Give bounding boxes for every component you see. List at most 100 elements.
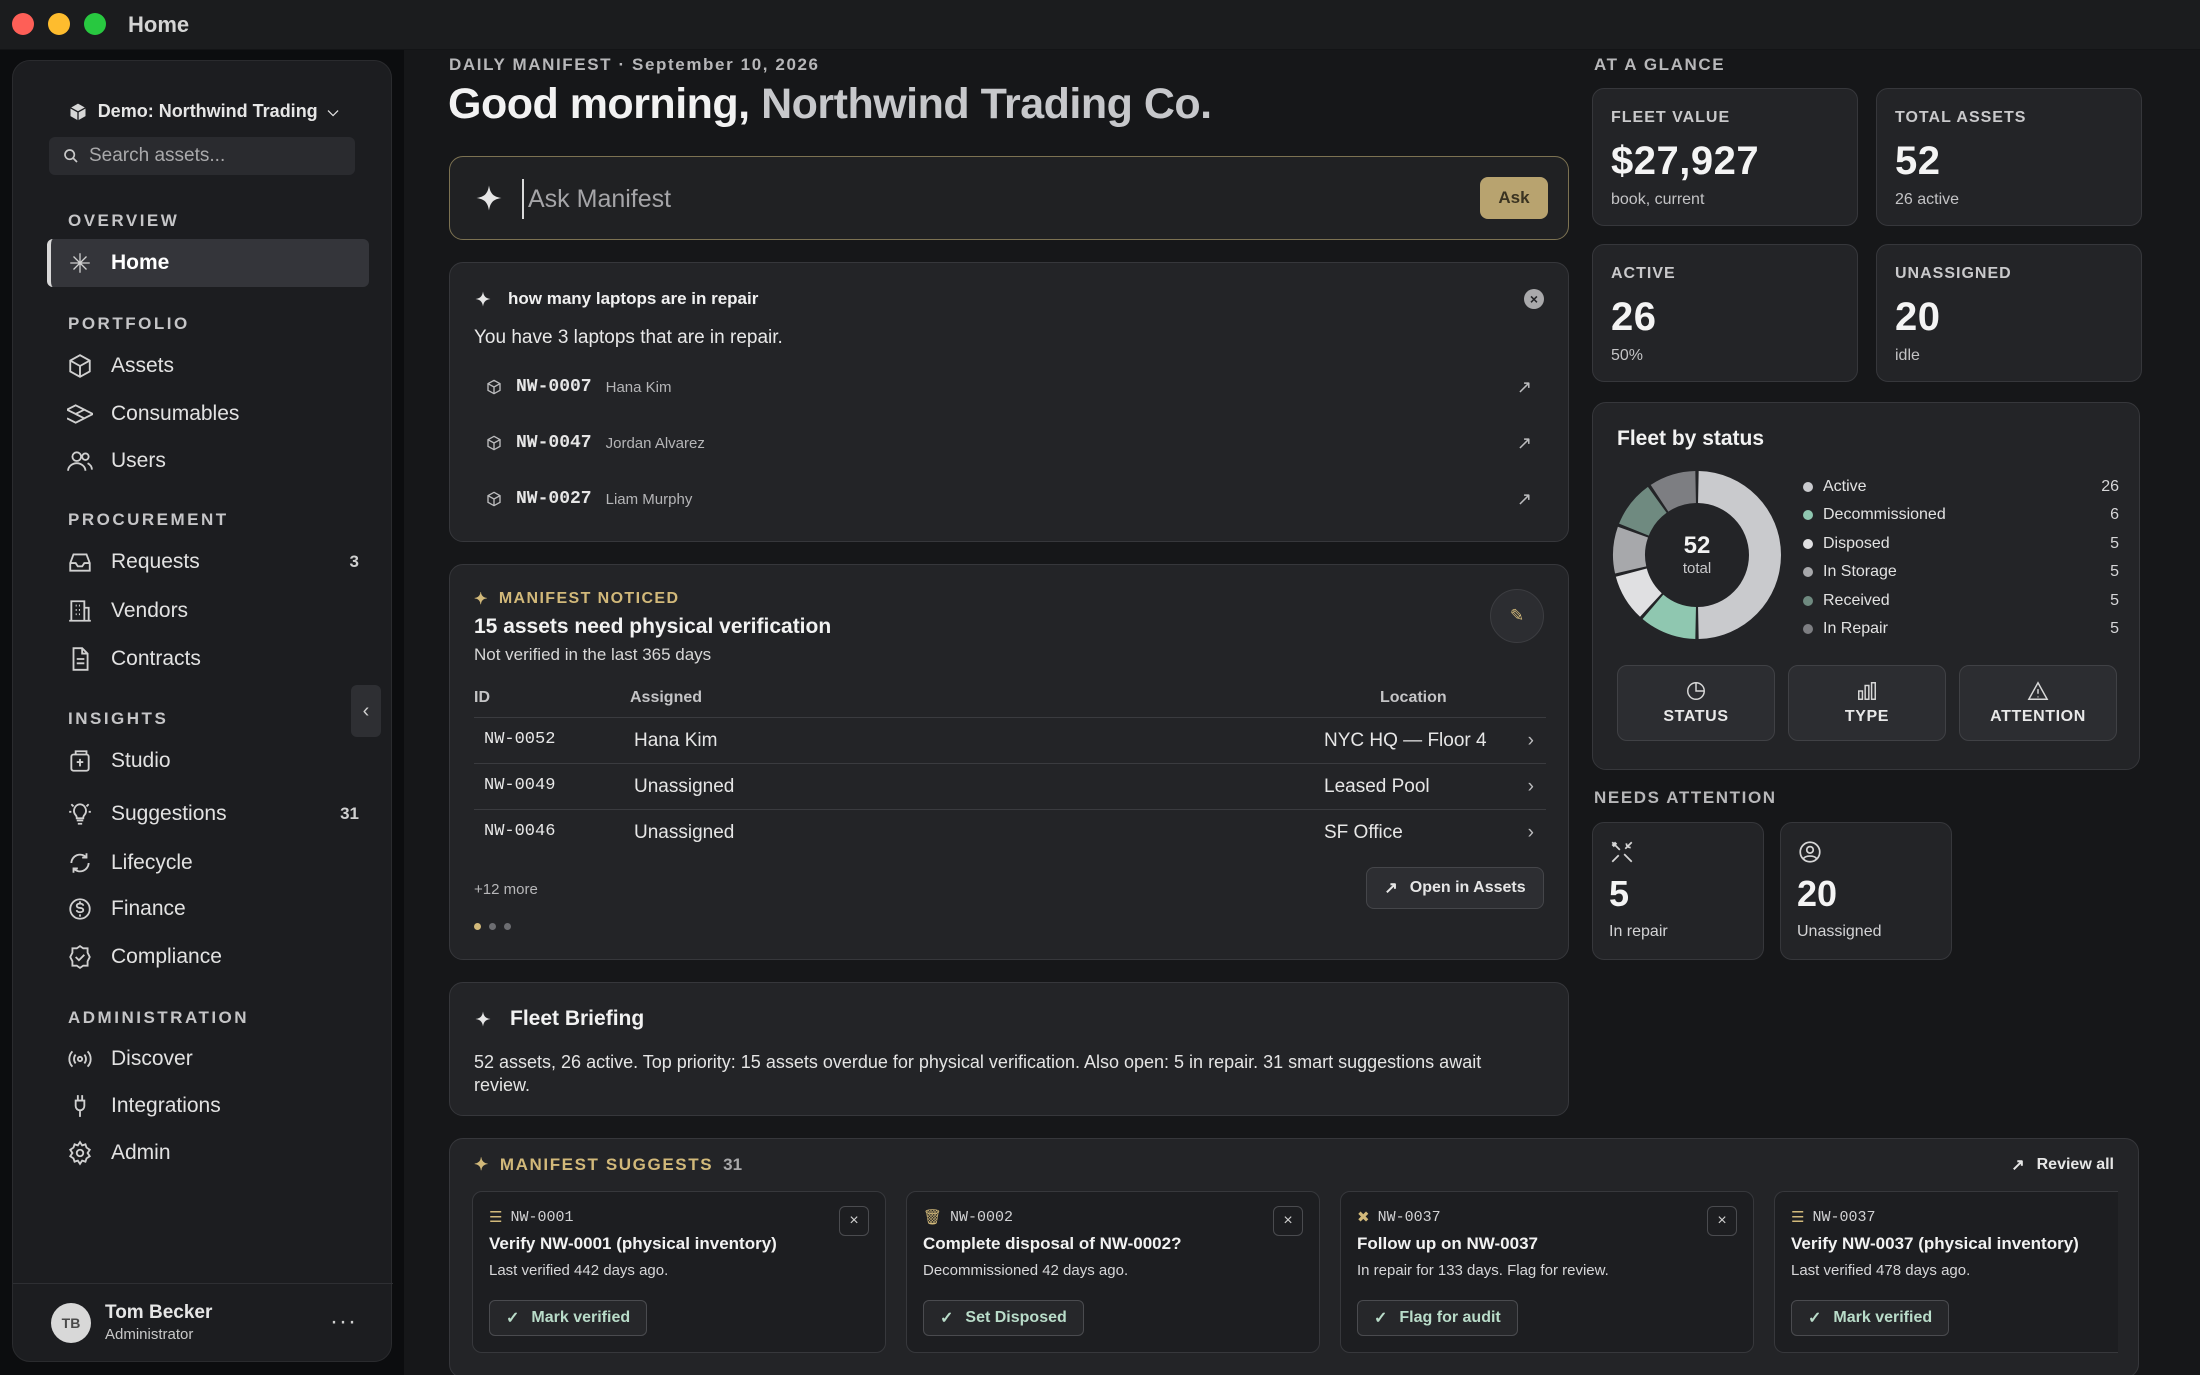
user-profile[interactable]: TB Tom Becker Administrator ···: [13, 1283, 393, 1361]
result-row[interactable]: NW-0047 Jordan Alvarez ↗: [474, 415, 1546, 471]
suggestion-action-button[interactable]: ✓ Mark verified: [489, 1300, 648, 1336]
noticed-tag-label: MANIFEST NOTICED: [498, 590, 680, 607]
sidebar-item-finance[interactable]: Finance: [47, 885, 369, 933]
minimize-window-button[interactable]: [48, 13, 70, 35]
dismiss-close-icon[interactable]: ×: [839, 1206, 869, 1236]
suggestion-card: ☰ NW-0037 Verify NW-0037 (physical invent…: [1774, 1191, 2118, 1353]
legend-item[interactable]: Disposed 5: [1803, 532, 2119, 556]
donut-slice-active[interactable]: [1698, 471, 1782, 639]
legend-value: 26: [2101, 478, 2119, 495]
result-row[interactable]: NW-0007 Hana Kim ↗: [474, 359, 1546, 415]
sidebar-item-admin[interactable]: Admin: [47, 1129, 369, 1177]
attention-in-repair[interactable]: 5 In repair: [1592, 822, 1764, 960]
open-in-assets-button[interactable]: ↗ Open in Assets: [1366, 867, 1544, 909]
sidebar-item-consumables[interactable]: Consumables: [47, 390, 369, 438]
sidebar-item-contracts[interactable]: Contracts: [47, 635, 369, 683]
zoom-window-button[interactable]: [84, 13, 106, 35]
org-name: Northwind Trading Co.: [761, 80, 1212, 128]
collapse-sidebar-button[interactable]: ‹: [351, 685, 381, 737]
stat-total-assets[interactable]: TOTAL ASSETS 52 26 active: [1876, 88, 2142, 226]
tab-attention[interactable]: ATTENTION: [1959, 665, 2117, 741]
legend-item[interactable]: In Repair 5: [1803, 617, 2119, 641]
suggestion-action-button[interactable]: ✓ Flag for audit: [1357, 1300, 1518, 1336]
plug-icon: [74, 1095, 86, 1117]
donut-total: 52: [1684, 532, 1711, 559]
legend-value: 5: [2110, 620, 2119, 637]
sidebar-item-lifecycle[interactable]: Lifecycle: [47, 839, 369, 887]
legend-item[interactable]: Active 26: [1803, 475, 2119, 499]
attention-label: In repair: [1609, 923, 1668, 940]
suggestion-id: NW-0001: [510, 1209, 574, 1226]
result-row[interactable]: NW-0027 Liam Murphy ↗: [474, 471, 1546, 527]
sidebar-search[interactable]: [49, 137, 355, 175]
carousel-dot[interactable]: [504, 923, 511, 930]
briefing-body: 52 assets, 26 active. Top priority: 15 a…: [474, 1052, 1482, 1095]
search-input[interactable]: [89, 145, 339, 167]
legend-item[interactable]: Decommissioned 6: [1803, 503, 2119, 527]
row-location: Leased Pool: [1324, 776, 1430, 797]
sidebar-item-label: Studio: [111, 749, 171, 772]
boxes-icon: [67, 404, 93, 424]
sidebar-item-integrations[interactable]: Integrations: [47, 1082, 369, 1130]
sidebar-item-users[interactable]: Users: [47, 437, 369, 485]
carousel-dot[interactable]: [474, 923, 481, 930]
donut-slice-in-storage[interactable]: [1613, 526, 1649, 574]
sidebar-item-suggestions[interactable]: Suggestions 31: [47, 790, 369, 838]
more-count[interactable]: +12 more: [474, 881, 538, 898]
fleet-title: Fleet by status: [1617, 427, 1765, 450]
document-icon: [72, 647, 89, 671]
ask-button[interactable]: Ask: [1480, 177, 1548, 219]
sidebar-item-vendors[interactable]: Vendors: [47, 587, 369, 635]
stat-label: TOTAL ASSETS: [1895, 109, 2027, 126]
sidebar-item-assets[interactable]: Assets: [47, 342, 369, 390]
sidebar-item-home[interactable]: Home: [47, 239, 369, 287]
close-icon[interactable]: ×: [1524, 289, 1544, 309]
row-id: NW-0049: [484, 776, 556, 795]
fleet-by-status-card: Fleet by status 52 total Active 26 Decommi…: [1592, 402, 2140, 770]
attention-value: 5: [1609, 873, 1630, 914]
action-label: Flag for audit: [1399, 1309, 1501, 1326]
asset-user: Jordan Alvarez: [605, 434, 705, 452]
stat-unassigned[interactable]: UNASSIGNED 20 idle: [1876, 244, 2142, 382]
ask-input[interactable]: [522, 179, 1422, 219]
tab-status[interactable]: STATUS: [1617, 665, 1775, 741]
table-row[interactable]: NW-0049 Unassigned Leased Pool ›: [474, 764, 1546, 809]
sidebar-item-label: Vendors: [111, 599, 189, 622]
suggestion-action-button[interactable]: ✓ Mark verified: [1791, 1300, 1950, 1336]
sidebar-item-compliance[interactable]: Compliance: [47, 933, 369, 981]
stat-fleet-value[interactable]: FLEET VALUE $27,927 book, current: [1592, 88, 1858, 226]
legend-swatch: [1803, 595, 1813, 606]
review-all-link[interactable]: ↗ Review all: [2011, 1155, 2114, 1175]
legend-item[interactable]: In Storage 5: [1803, 560, 2119, 584]
suggestion-desc: Last verified 442 days ago.: [489, 1262, 669, 1279]
dismiss-close-icon[interactable]: ×: [1707, 1206, 1737, 1236]
legend-label: Received: [1823, 591, 1890, 609]
attention-unassigned[interactable]: 20 Unassigned: [1780, 822, 1952, 960]
legend-item[interactable]: Received 5: [1803, 589, 2119, 613]
sidebar-item-requests[interactable]: Requests 3: [47, 538, 369, 586]
sidebar-item-discover[interactable]: Discover: [47, 1035, 369, 1083]
table-row[interactable]: NW-0052 Hana Kim NYC HQ — Floor 4 ›: [474, 718, 1546, 763]
suggestion-desc: In repair for 133 days. Flag for review.: [1357, 1262, 1609, 1279]
suggestion-action-button[interactable]: ✓ Set Disposed: [923, 1300, 1084, 1336]
question-text: how many laptops are in repair: [508, 289, 759, 308]
table-row[interactable]: NW-0046 Unassigned SF Office ›: [474, 810, 1546, 855]
user-role: Administrator: [105, 1326, 194, 1343]
sidebar-item-studio[interactable]: Studio: [47, 737, 369, 785]
workspace-switcher[interactable]: Demo: Northwind Trading ⌵: [13, 101, 393, 122]
asset-user: Liam Murphy: [605, 490, 693, 508]
more-options-icon[interactable]: ···: [330, 1308, 357, 1336]
sidebar-item-label: Admin: [111, 1141, 171, 1164]
tab-type[interactable]: TYPE: [1788, 665, 1946, 741]
dismiss-close-icon[interactable]: ×: [1273, 1206, 1303, 1236]
edit-pencil-icon[interactable]: ✎: [1490, 589, 1544, 643]
cube-icon: [487, 491, 501, 507]
stat-active[interactable]: ACTIVE 26 50%: [1592, 244, 1858, 382]
warning-icon: [2027, 681, 2049, 700]
at-a-glance-heading: AT A GLANCE: [1594, 55, 1726, 74]
carousel-dot[interactable]: [489, 923, 496, 930]
legend-value: 5: [2110, 591, 2119, 609]
sparkle-icon: [475, 291, 491, 307]
close-window-button[interactable]: [12, 13, 34, 35]
suggestion-desc: Decommissioned 42 days ago.: [923, 1262, 1129, 1279]
